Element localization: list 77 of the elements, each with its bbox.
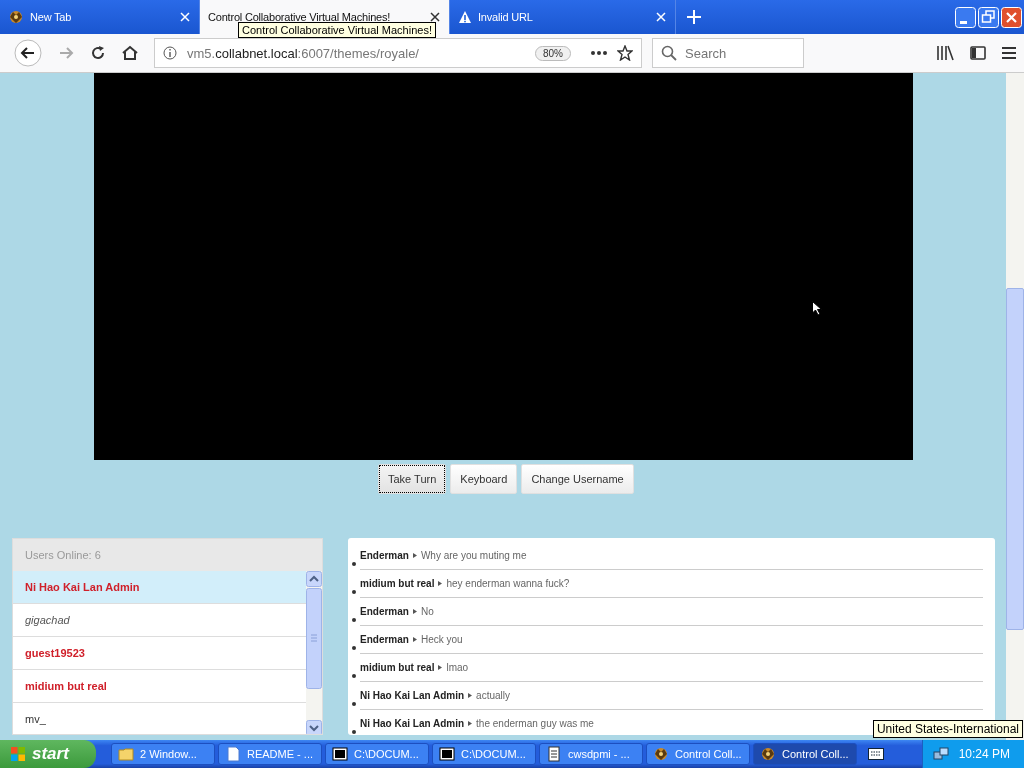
message-text: lmao [446, 662, 469, 673]
arrow-icon [438, 581, 443, 586]
fox-icon [653, 746, 669, 762]
document-icon [225, 746, 241, 762]
bullet-icon [352, 646, 356, 650]
taskbar-button[interactable]: C:\DOCUM... [432, 743, 536, 765]
message-text: hey enderman wanna fuck? [446, 578, 570, 589]
vm-button[interactable]: Take Turn [378, 464, 447, 494]
library-icon[interactable] [936, 45, 954, 61]
search-field[interactable]: Search [652, 38, 804, 68]
home-icon[interactable] [122, 45, 138, 61]
user-list-item[interactable]: Ni Hao Kai Lan Admin [13, 571, 306, 604]
arrow-icon [468, 721, 473, 726]
star-icon[interactable] [617, 45, 633, 61]
fox-icon [760, 746, 776, 762]
archive-icon [332, 746, 348, 762]
users-header: Users Online: 6 [24, 548, 102, 563]
zoom-badge[interactable]: 80% [535, 45, 571, 61]
message-author: Ni Hao Kai Lan Admin [360, 718, 465, 729]
bullet-icon [352, 562, 356, 566]
arrow-icon [468, 693, 473, 698]
minimize-button[interactable] [955, 6, 976, 28]
menu-icon[interactable] [1002, 47, 1016, 59]
info-icon[interactable] [163, 46, 177, 60]
arrow-icon [438, 665, 443, 670]
archive-icon [439, 746, 455, 762]
taskbar-button[interactable]: cwsdpmi - ... [539, 743, 643, 765]
message-text: actually [476, 690, 510, 701]
fox-icon [8, 9, 24, 25]
folder-icon [118, 746, 134, 762]
message-author: Enderman [360, 634, 409, 645]
message-author: Ni Hao Kai Lan Admin [360, 690, 465, 701]
close-icon[interactable] [429, 11, 441, 23]
new-tab-icon[interactable] [686, 9, 702, 25]
arrow-icon [412, 637, 417, 642]
tooltip: Control Collaborative Virtual Machines! [238, 22, 436, 38]
keyboard-icon[interactable] [868, 748, 884, 760]
bullet-icon [352, 702, 356, 706]
sidebar-icon[interactable] [970, 46, 986, 60]
back-icon[interactable] [14, 39, 42, 67]
message-author: Enderman [360, 606, 409, 617]
vm-button[interactable]: Keyboard [450, 464, 518, 494]
notepad-icon [546, 746, 562, 762]
windows-logo-icon [10, 746, 26, 762]
reload-icon[interactable] [90, 45, 106, 61]
message-text: Why are you muting me [420, 550, 527, 561]
search-icon [661, 45, 677, 61]
network-icon[interactable] [932, 746, 949, 762]
bullet-icon [352, 618, 356, 622]
arrow-icon [412, 609, 417, 614]
tooltip: United States-International [872, 720, 1023, 738]
more-icon[interactable] [591, 51, 607, 55]
taskbar-button[interactable]: C:\DOCUM... [325, 743, 429, 765]
taskbar-button[interactable]: Control Coll... [646, 743, 750, 765]
taskbar-button[interactable]: Control Coll... [753, 743, 857, 765]
address-bar[interactable]: vm5.collabnet.local:6007/themes/royale/ 80% [154, 38, 642, 68]
message-text: the enderman guy was me [476, 718, 594, 729]
message-text: No [420, 606, 434, 617]
cursor-icon [812, 301, 822, 316]
message-author: midium but real [360, 662, 435, 673]
close-button[interactable] [1001, 6, 1022, 28]
message-author: Enderman [360, 550, 409, 561]
arrow-icon [412, 553, 417, 558]
scrollbar[interactable] [306, 571, 322, 734]
taskbar-button[interactable]: README - ... [218, 743, 322, 765]
vm-button[interactable]: Change Username [521, 464, 634, 494]
bullet-icon [352, 730, 356, 734]
clock: 10:24 PM [958, 747, 1010, 761]
restore-button[interactable] [978, 6, 999, 28]
taskbar-button[interactable]: 2 Window... [111, 743, 215, 765]
message-author: midium but real [360, 578, 435, 589]
message-text: Heck you [420, 634, 463, 645]
bullet-icon [352, 590, 356, 594]
start-button[interactable]: start [0, 740, 96, 768]
url-text: vm5.collabnet.local:6007/themes/royale/ [187, 45, 420, 61]
warning-icon [458, 10, 472, 24]
bullet-icon [352, 674, 356, 678]
